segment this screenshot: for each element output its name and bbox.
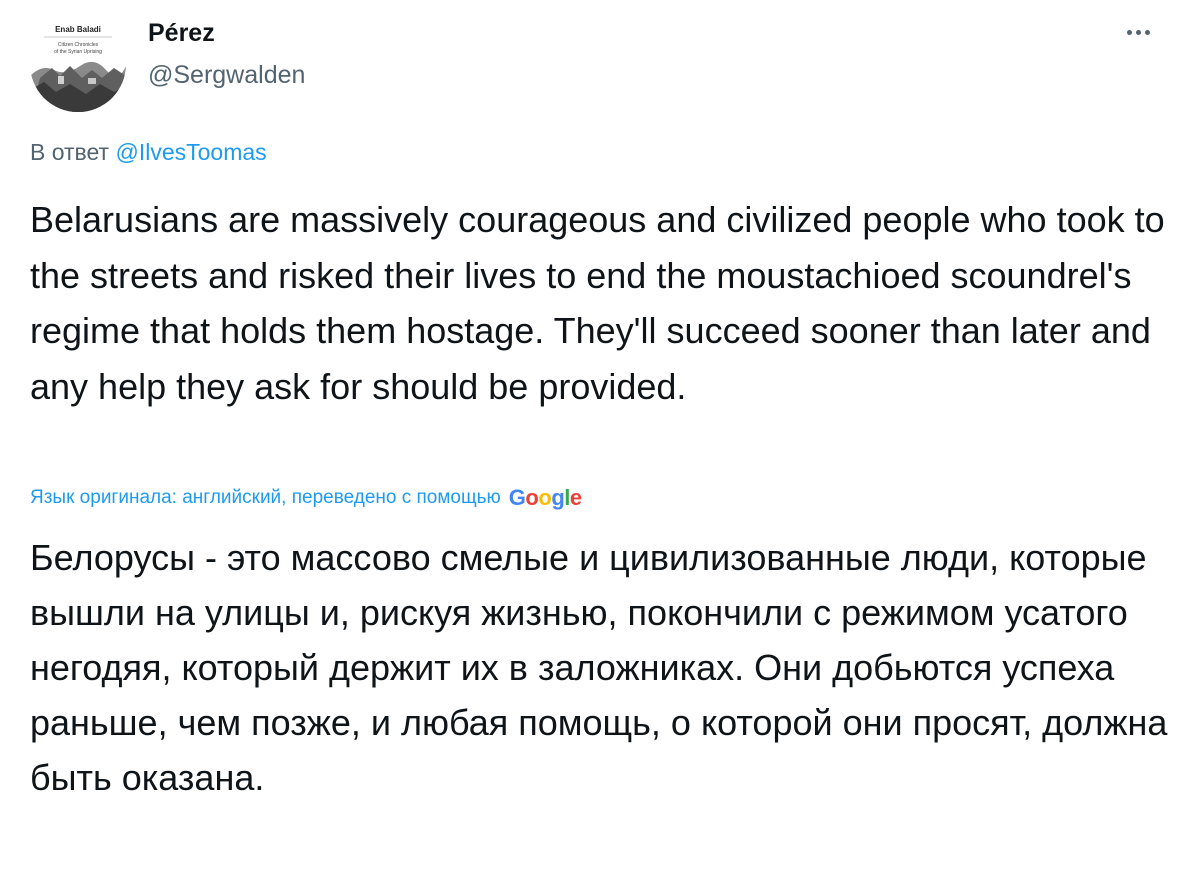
user-handle[interactable]: @Sergwalden bbox=[148, 60, 305, 90]
reply-prefix: В ответ bbox=[30, 139, 110, 165]
more-dot bbox=[1126, 29, 1132, 35]
more-dot bbox=[1135, 29, 1141, 35]
translation-note[interactable]: Язык оригинала: английский, переведено с… bbox=[30, 484, 582, 512]
google-logo: Google bbox=[508, 485, 582, 510]
reply-mention-link[interactable]: @IlvesToomas bbox=[115, 139, 266, 165]
avatar-logo-subtitle: Citizen Chronicles bbox=[58, 42, 99, 48]
avatar-logo-title: Enab Baladi bbox=[55, 25, 101, 34]
more-dot bbox=[1144, 29, 1150, 35]
translated-text: Белорусы - это массово смелые и цивилизо… bbox=[30, 537, 1168, 798]
reply-context: В ответ @IlvesToomas bbox=[30, 136, 267, 168]
more-options-icon[interactable] bbox=[1118, 18, 1158, 46]
author-names: Pérez @Sergwalden bbox=[148, 16, 305, 90]
avatar-logo-subtitle-2: of the Syrian Uprising bbox=[54, 49, 102, 55]
avatar[interactable]: Enab Baladi Citizen Chronicles of the Sy… bbox=[30, 16, 126, 112]
display-name[interactable]: Pérez bbox=[148, 18, 305, 48]
tweet-text: Belarusians are massively courageous and… bbox=[30, 199, 1165, 407]
translation-note-text: Язык оригинала: английский, переведено с… bbox=[30, 487, 501, 508]
tweet-header: Enab Baladi Citizen Chronicles of the Sy… bbox=[30, 16, 1170, 112]
